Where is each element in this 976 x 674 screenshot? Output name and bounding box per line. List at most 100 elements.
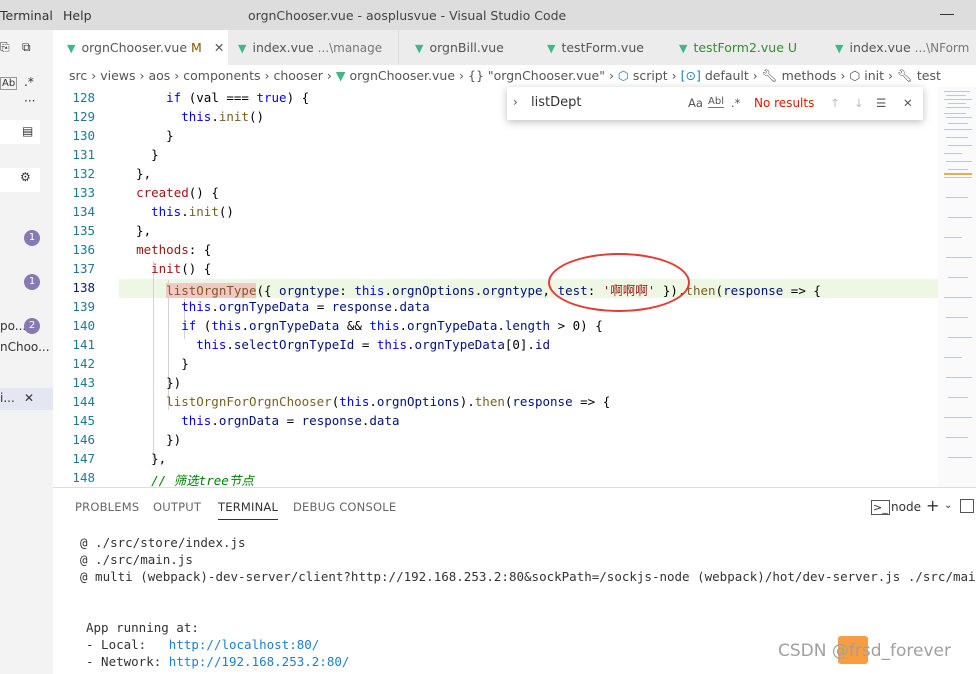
code-editor[interactable]: 128 129 130 131 132 133 134 135 136 137 … bbox=[53, 87, 938, 487]
breadcrumb-item[interactable]: {} "orgnChooser.vue" bbox=[468, 68, 605, 83]
line-number: 148 bbox=[72, 470, 95, 485]
menu-help[interactable]: Help bbox=[63, 8, 92, 23]
tab-index-manage[interactable]: ▼ index.vue ...\manage bbox=[228, 30, 399, 65]
line-number: 134 bbox=[72, 204, 95, 219]
match-word-toggle[interactable]: Abl bbox=[708, 96, 724, 108]
arrow-up-icon[interactable]: ↑ bbox=[830, 96, 840, 110]
result-file-item[interactable]: po... bbox=[0, 319, 26, 333]
chevron-down-icon[interactable]: ⌄ bbox=[944, 500, 952, 511]
more-icon[interactable]: ··· bbox=[24, 94, 35, 108]
terminal-line: App running at: bbox=[86, 620, 199, 635]
replace-all-icon[interactable]: ▤ bbox=[22, 124, 33, 138]
chevron-right-icon[interactable]: › bbox=[513, 95, 518, 109]
watermark: CSDN @frsd_forever bbox=[778, 641, 951, 661]
vue-file-icon: ▼ bbox=[335, 68, 350, 83]
line-number: 139 bbox=[72, 299, 95, 314]
add-terminal-icon[interactable]: + bbox=[926, 496, 939, 515]
code-line: this.selectOrgnTypeId = this.orgnTypeDat… bbox=[196, 337, 551, 352]
breadcrumb-item[interactable]: test bbox=[917, 68, 941, 83]
terminal-line: @ ./src/store/index.js bbox=[80, 535, 246, 550]
match-word-icon[interactable]: Ab bbox=[0, 77, 18, 90]
wrench-icon: 🔧︎ bbox=[897, 68, 917, 83]
line-number: 145 bbox=[72, 413, 95, 428]
breadcrumb-item[interactable]: init bbox=[864, 68, 884, 83]
close-tab-icon[interactable]: ✕ bbox=[214, 40, 224, 55]
result-file-item[interactable]: nChoo... bbox=[0, 340, 50, 354]
selected-result-row[interactable]: i... ✕ bbox=[0, 388, 53, 410]
minimap[interactable] bbox=[938, 87, 976, 487]
untracked-indicator: U bbox=[787, 40, 798, 55]
terminal-label: - Network: bbox=[86, 654, 169, 669]
line-number: 135 bbox=[72, 223, 95, 238]
breadcrumb-item[interactable]: components bbox=[183, 68, 260, 83]
code-line: this.init() bbox=[151, 204, 234, 219]
tab-orgnchooser[interactable]: ▼ orgnChooser.vue M ✕ bbox=[53, 30, 242, 65]
code-line: if (val === true) { bbox=[166, 90, 310, 105]
find-in-selection-icon[interactable]: ☰ bbox=[876, 96, 886, 110]
arrow-down-icon[interactable]: ↓ bbox=[854, 96, 864, 110]
tab-problems[interactable]: PROBLEMS bbox=[75, 500, 139, 514]
terminal-name[interactable]: node bbox=[891, 500, 921, 514]
chevron-right-icon: › bbox=[671, 68, 681, 83]
wrench-icon: 🔧︎ bbox=[761, 68, 782, 83]
breadcrumb-item[interactable]: default bbox=[705, 68, 749, 83]
line-number: 132 bbox=[72, 166, 95, 181]
tab-label: testForm.vue bbox=[561, 40, 644, 55]
line-number: 129 bbox=[72, 109, 95, 124]
code-line: }, bbox=[121, 223, 152, 238]
terminal-shell-icon: >_ bbox=[871, 500, 890, 515]
breadcrumb-item[interactable]: methods bbox=[782, 68, 837, 83]
new-file-icon[interactable]: ⎘ bbox=[0, 40, 10, 55]
regex-icon[interactable]: .* bbox=[24, 75, 34, 89]
breadcrumb: src › views › aos › components › chooser… bbox=[53, 65, 976, 87]
tab-testform[interactable]: ▼ testForm.vue bbox=[533, 30, 672, 65]
close-icon[interactable]: ✕ bbox=[903, 96, 913, 110]
minimize-icon[interactable] bbox=[940, 14, 954, 15]
count-badge: 1 bbox=[24, 230, 40, 246]
local-url-link[interactable]: http://localhost:80/ bbox=[169, 637, 320, 652]
sidebar: ⎘ ⧉ Ab .* ··· ▤ ⚙ 1 1 po... 2 nChoo... i… bbox=[0, 30, 53, 673]
split-terminal-icon[interactable] bbox=[960, 499, 974, 513]
code-line: listOrgnForOrgnChooser(this.orgnOptions)… bbox=[166, 394, 611, 409]
close-icon[interactable]: ✕ bbox=[24, 391, 34, 405]
network-url-link[interactable]: http://192.168.253.2:80/ bbox=[169, 654, 350, 669]
breadcrumb-item[interactable]: aos bbox=[148, 68, 170, 83]
menu-terminal[interactable]: Terminal bbox=[0, 8, 53, 23]
code-line: }, bbox=[121, 451, 167, 466]
code-line: } bbox=[121, 128, 174, 143]
breadcrumb-item[interactable]: chooser bbox=[273, 68, 322, 83]
settings-gear-icon[interactable]: ⚙ bbox=[20, 170, 31, 184]
code-line: methods: { bbox=[136, 242, 212, 257]
collapse-icon[interactable]: ⧉ bbox=[22, 40, 31, 55]
tab-testform2[interactable]: ▼ testForm2.vue U bbox=[665, 30, 828, 65]
tab-output[interactable]: OUTPUT bbox=[153, 500, 201, 514]
tab-orgnbill[interactable]: ▼ orgnBill.vue bbox=[403, 30, 544, 65]
breadcrumb-item[interactable]: script bbox=[633, 68, 668, 83]
chevron-right-icon: › bbox=[91, 68, 101, 83]
chevron-right-icon: › bbox=[888, 68, 898, 83]
line-number: 136 bbox=[72, 242, 95, 257]
code-line: } bbox=[121, 356, 189, 371]
braces-icon: [⊙] bbox=[680, 68, 705, 83]
line-number: 131 bbox=[72, 147, 95, 162]
find-widget: › listDept Aa Abl .* No results ↑ ↓ ☰ ✕ bbox=[507, 87, 923, 120]
count-badge: 1 bbox=[24, 274, 40, 290]
breadcrumb-item[interactable]: views bbox=[100, 68, 135, 83]
tab-debug-console[interactable]: DEBUG CONSOLE bbox=[293, 500, 396, 514]
terminal-line: @ ./src/main.js bbox=[80, 552, 193, 567]
line-number: 140 bbox=[72, 318, 95, 333]
terminal-line: @ multi (webpack)-dev-server/client?http… bbox=[80, 569, 976, 584]
tab-index-nform[interactable]: ▼ index.vue ...\NForm bbox=[823, 30, 976, 65]
chevron-right-icon: › bbox=[459, 68, 469, 83]
breadcrumb-item[interactable]: orgnChooser.vue bbox=[349, 68, 455, 83]
editor-tabs: ▼ orgnChooser.vue M ✕ ▼ index.vue ...\manag… bbox=[53, 30, 976, 65]
tab-path-hint: ...\NForm bbox=[914, 41, 970, 55]
annotation-circle bbox=[548, 253, 690, 312]
code-line: init() { bbox=[151, 261, 212, 276]
replace-input[interactable] bbox=[0, 120, 40, 144]
regex-toggle[interactable]: .* bbox=[731, 96, 740, 110]
tab-terminal[interactable]: TERMINAL bbox=[218, 500, 279, 520]
match-case-toggle[interactable]: Aa bbox=[688, 96, 703, 110]
code-line: if (this.orgnTypeData && this.orgnTypeDa… bbox=[181, 318, 603, 333]
breadcrumb-item[interactable]: src bbox=[69, 68, 87, 83]
